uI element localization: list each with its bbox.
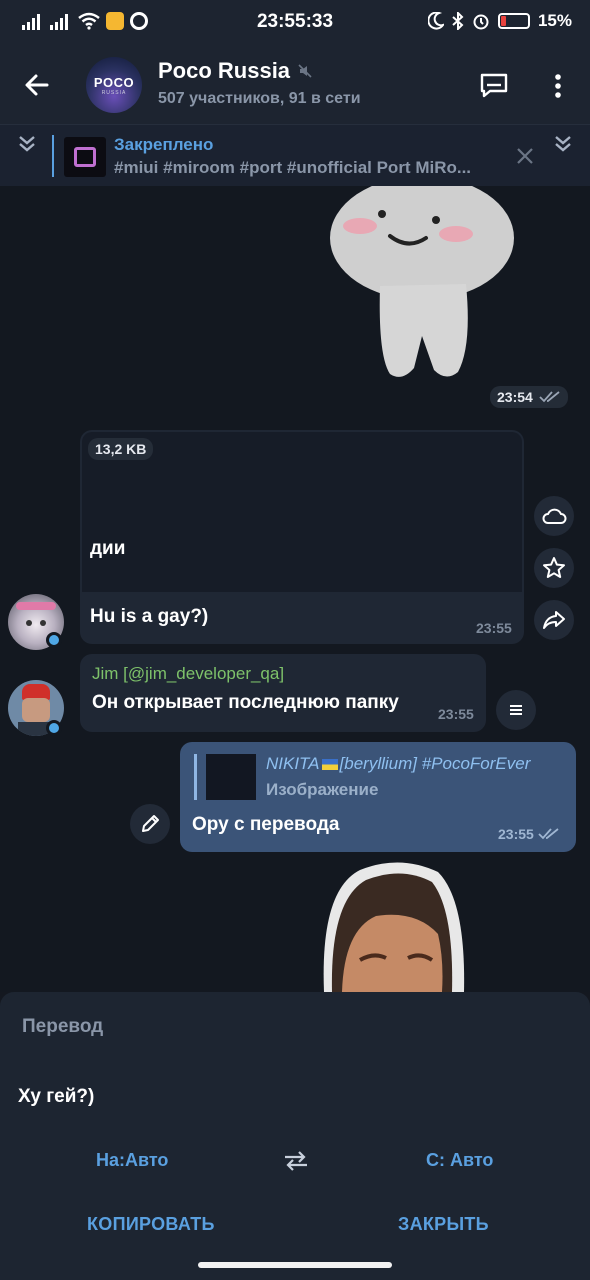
target-language-button[interactable]: На:Авто [96,1150,168,1171]
swap-languages-icon[interactable] [282,1150,310,1172]
back-arrow-icon[interactable] [22,70,52,100]
battery-percent: 15% [537,11,572,30]
star-icon [543,557,565,578]
translate-sheet: Перевод Ху гей?) На:Авто С: Авто КОПИРОВ… [0,992,590,1280]
file-size-text: 13,2 KB [95,441,147,457]
muted-icon [298,64,312,78]
message-time: 23:55 [476,620,512,636]
message-time: 23:55 [438,706,474,722]
moon-icon [427,12,444,30]
pencil-icon [142,815,159,832]
read-check-icon [538,828,559,840]
more-menu-icon[interactable] [542,70,574,102]
app-screen: 23:55:33 15% POCO RUSSIA Poco Russia 507… [0,0,590,1280]
read-check-icon [539,391,560,403]
media-caption-partial: дии [90,538,126,559]
favorite-button[interactable] [534,548,574,588]
lines-icon [510,705,522,715]
sticker-time-text: 23:54 [497,389,533,405]
translate-menu-button[interactable] [496,690,536,730]
battery-icon [497,13,530,29]
pinned-text: #miui #miroom #port #unofficial Port MiR… [114,158,472,177]
message-list[interactable]: 23:54 13,2 KB дии Hu is a gay?) 23:55 Ji… [0,186,590,992]
online-indicator [46,632,62,648]
reply-type: Изображение [266,780,379,799]
pinned-expand-chevron-icon[interactable] [552,133,574,155]
sticker-image[interactable] [318,186,524,382]
message-time: 23:55 [498,826,534,842]
sticker-image[interactable] [320,860,466,992]
bluetooth-icon [452,12,464,30]
pinned-accent-bar [52,135,54,177]
forward-button[interactable] [534,600,574,640]
online-indicator [46,720,62,736]
translated-text: Ху гей?) [18,1086,95,1107]
edit-button[interactable] [130,804,170,844]
group-avatar-subtext: RUSSIA [101,89,127,96]
home-indicator[interactable] [198,1262,392,1268]
message-text: Ору с перевода [192,814,340,835]
discussion-icon[interactable] [478,70,510,102]
pinned-message-bar[interactable]: Закреплено #miui #miroom #port #unoffici… [0,124,590,186]
status-icons-right: 15% [427,11,572,31]
media-message-bubble[interactable]: 13,2 KB дии Hu is a gay?) 23:55 [80,430,524,644]
source-language-button[interactable]: С: Авто [426,1150,493,1171]
close-icon[interactable] [514,145,536,167]
group-avatar-text: POCO [93,74,135,90]
pinned-list-chevron-icon[interactable] [16,133,38,155]
message-text: Hu is a gay?) [90,606,209,627]
text-message-bubble[interactable]: Jim [@jim_developer_qa] Он открывает пос… [80,654,486,732]
status-bar: 23:55:33 15% [0,0,590,46]
message-author[interactable]: Jim [@jim_developer_qa] [92,664,284,684]
copy-button[interactable]: КОПИРОВАТЬ [87,1214,215,1235]
save-cloud-button[interactable] [534,496,574,536]
group-avatar[interactable]: POCO RUSSIA [86,57,142,113]
reply-thumbnail [206,754,256,800]
sticker-time: 23:54 [490,386,568,408]
outgoing-message-bubble[interactable]: NIKITA [beryllium] #PocoForEver Изображе… [180,742,576,852]
alarm-icon [473,14,489,30]
reply-author-name: NIKITA [266,754,320,773]
reply-author-tag: [beryllium] #PocoForEver [339,754,531,773]
close-button[interactable]: ЗАКРЫТЬ [398,1214,489,1235]
reply-accent-bar [194,754,197,800]
chat-title-text: Poco Russia [158,58,291,83]
reply-author[interactable]: NIKITA [beryllium] #PocoForEver [266,754,530,774]
translate-title: Перевод [22,1016,104,1037]
pinned-thumbnail [64,137,106,177]
cloud-icon [542,508,567,524]
chat-title[interactable]: Poco Russia [158,58,312,84]
file-size-badge: 13,2 KB [88,438,154,460]
message-text: Он открывает последнюю папку [92,692,399,713]
share-arrow-icon [543,611,565,629]
ukraine-flag-icon [321,758,338,770]
chat-subtitle: 507 участников, 91 в сети [158,90,361,107]
pinned-title: Закреплено [114,135,214,154]
message-meta: 23:55 [498,826,560,842]
chat-header: POCO RUSSIA Poco Russia 507 участников, … [0,46,590,124]
